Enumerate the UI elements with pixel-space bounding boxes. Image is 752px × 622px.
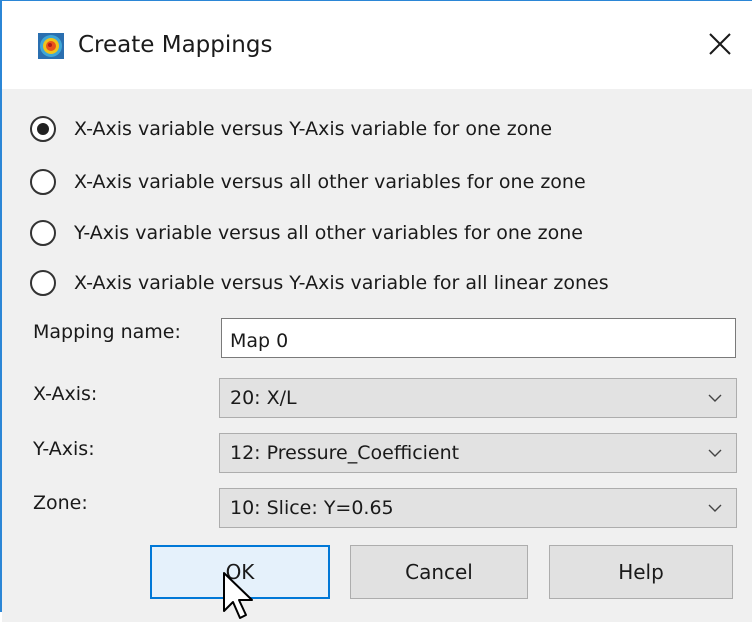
zone-select[interactable]: 10: Slice: Y=0.65 (219, 488, 737, 528)
title-bar[interactable]: Create Mappings (2, 1, 752, 89)
option-label: X-Axis variable versus all other variabl… (74, 171, 586, 193)
chevron-down-icon (708, 394, 722, 402)
option-xy-one-zone[interactable]: X-Axis variable versus Y-Axis variable f… (30, 111, 552, 147)
help-button[interactable]: Help (549, 545, 733, 599)
x-axis-select[interactable]: 20: X/L (219, 378, 737, 418)
cancel-button[interactable]: Cancel (350, 545, 528, 599)
option-xy-all-linear-zones[interactable]: X-Axis variable versus Y-Axis variable f… (30, 265, 609, 301)
y-axis-value: 12: Pressure_Coefficient (230, 442, 460, 464)
option-label: X-Axis variable versus Y-Axis variable f… (74, 118, 553, 140)
chevron-down-icon (708, 449, 722, 457)
window-title: Create Mappings (78, 32, 273, 58)
y-axis-label: Y-Axis: (33, 438, 95, 460)
option-y-vs-all-one-zone[interactable]: Y-Axis variable versus all other variabl… (30, 215, 583, 251)
x-axis-label: X-Axis: (33, 383, 98, 405)
radio-button[interactable] (30, 169, 56, 195)
mapping-name-input[interactable] (221, 318, 736, 358)
close-icon[interactable] (696, 23, 742, 67)
option-x-vs-all-one-zone[interactable]: X-Axis variable versus all other variabl… (30, 164, 586, 200)
radio-button[interactable] (30, 270, 56, 296)
tecplot-app-icon (38, 33, 64, 59)
mapping-name-label: Mapping name: (33, 321, 181, 343)
chevron-down-icon (708, 504, 722, 512)
x-axis-value: 20: X/L (230, 387, 297, 409)
radio-button-selected[interactable] (30, 116, 56, 142)
radio-button[interactable] (30, 220, 56, 246)
zone-value: 10: Slice: Y=0.65 (230, 497, 394, 519)
y-axis-select[interactable]: 12: Pressure_Coefficient (219, 433, 737, 473)
option-label: Y-Axis variable versus all other variabl… (74, 222, 583, 244)
zone-label: Zone: (33, 492, 88, 514)
ok-button[interactable]: OK (150, 545, 330, 599)
option-label: X-Axis variable versus Y-Axis variable f… (74, 272, 609, 294)
